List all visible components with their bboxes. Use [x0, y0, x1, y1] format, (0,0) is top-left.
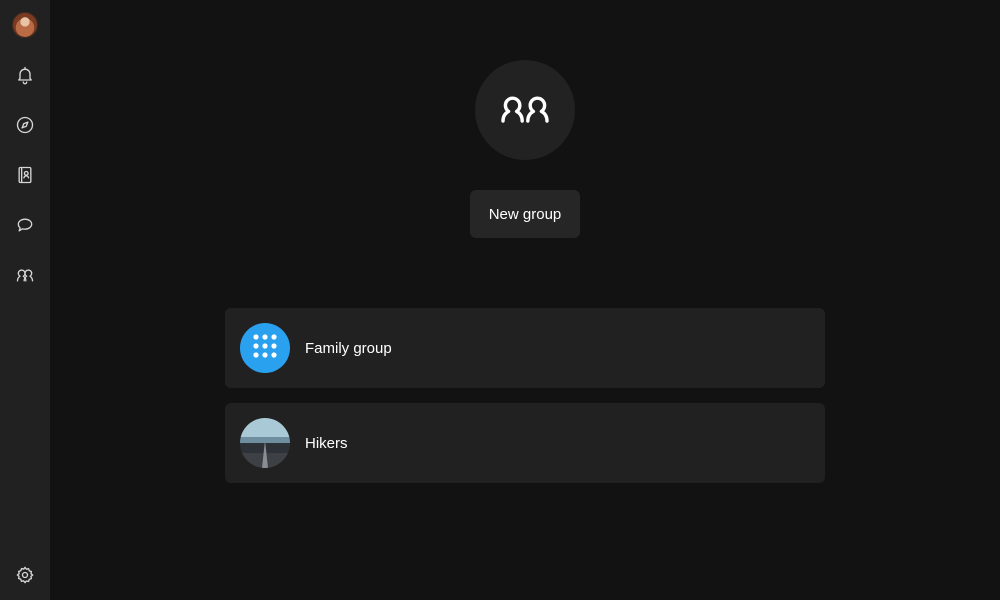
main-content: New group Family group Hikers	[50, 0, 1000, 600]
group-name: Hikers	[305, 434, 348, 452]
groups-icon	[14, 265, 36, 285]
contacts-book-icon	[15, 165, 35, 185]
settings-button[interactable]	[0, 555, 50, 595]
groups-hero	[475, 60, 575, 160]
new-group-button[interactable]: New group	[470, 190, 580, 238]
dots-grid-icon	[252, 333, 278, 364]
bell-icon	[15, 65, 35, 85]
group-name: Family group	[305, 339, 392, 357]
groups-icon	[498, 88, 552, 133]
list-item-hikers[interactable]: Hikers	[225, 403, 825, 483]
list-item-family-group[interactable]: Family group	[225, 308, 825, 388]
sidebar-item-groups[interactable]	[0, 255, 50, 295]
app-window: New group Family group Hikers	[0, 0, 1000, 600]
chat-bubble-icon	[15, 215, 35, 235]
sidebar-item-profile[interactable]	[0, 5, 50, 45]
sidebar-item-contacts[interactable]	[0, 155, 50, 195]
gear-icon	[15, 565, 35, 585]
sidebar-item-explore[interactable]	[0, 105, 50, 145]
compass-icon	[15, 115, 35, 135]
group-avatar-landscape-photo	[240, 418, 290, 468]
group-avatar	[240, 323, 290, 373]
user-avatar	[12, 12, 38, 38]
sidebar-item-chats[interactable]	[0, 205, 50, 245]
group-list: Family group Hikers	[225, 308, 825, 498]
sidebar	[0, 0, 50, 600]
sidebar-item-notifications[interactable]	[0, 55, 50, 95]
